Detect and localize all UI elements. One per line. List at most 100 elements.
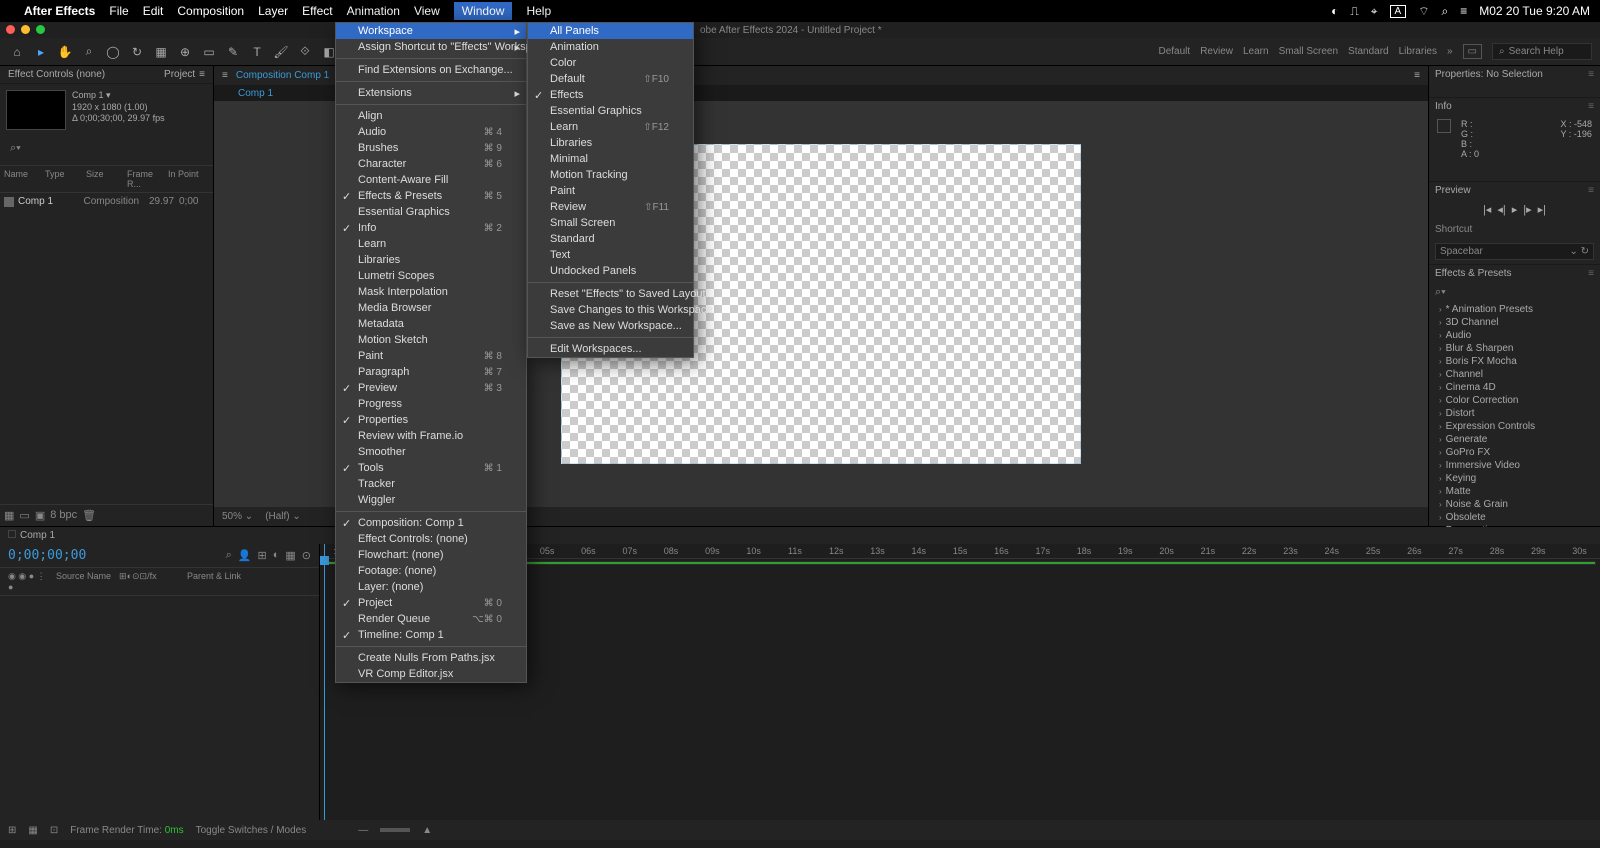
menu-item[interactable]: Paragraph⌘ 7 [336, 364, 526, 380]
bluetooth-icon[interactable]: ⌖ [1371, 4, 1378, 19]
menu-item[interactable]: Color [528, 55, 693, 71]
camera-tool-icon[interactable]: ▦ [152, 43, 170, 61]
info-panel-title[interactable]: Info [1435, 101, 1452, 112]
menu-item[interactable]: ✓Info⌘ 2 [336, 220, 526, 236]
preset-item[interactable]: Cinema 4D [1429, 381, 1600, 394]
preset-item[interactable]: * Animation Presets [1429, 303, 1600, 316]
menu-item[interactable]: Paint [528, 183, 693, 199]
search-help-input[interactable]: ⌕Search Help [1492, 43, 1592, 60]
menu-item[interactable]: Footage: (none) [336, 563, 526, 579]
menu-item[interactable]: Libraries [336, 252, 526, 268]
preset-item[interactable]: Keying [1429, 472, 1600, 485]
col-name[interactable]: Name [4, 169, 45, 189]
menu-item[interactable]: ✓Project⌘ 0 [336, 595, 526, 611]
panel-menu-icon[interactable]: ≡ [1414, 70, 1420, 81]
effects-presets-title[interactable]: Effects & Presets [1435, 268, 1512, 279]
menu-item[interactable]: Review with Frame.io [336, 428, 526, 444]
preset-search-icon[interactable]: ⌕▾ [1435, 286, 1446, 298]
panel-menu-icon[interactable]: ≡ [1588, 69, 1594, 80]
status-icon[interactable]: ▦ [28, 825, 37, 836]
preset-item[interactable]: Immersive Video [1429, 459, 1600, 472]
trash-icon[interactable]: 🗑 [82, 509, 96, 522]
menu-animation[interactable]: Animation [347, 4, 400, 18]
preset-item[interactable]: Channel [1429, 368, 1600, 381]
tray-icon[interactable]: ◐ [1331, 4, 1338, 18]
project-tab[interactable]: Project [164, 69, 195, 80]
menu-composition[interactable]: Composition [177, 4, 244, 18]
project-item-row[interactable]: Comp 1 Composition 29.97 0;00 [0, 193, 213, 210]
timeline-tab[interactable]: Comp 1 [20, 530, 55, 541]
close-icon[interactable] [6, 25, 15, 34]
comp-tab-main[interactable]: Composition Comp 1 [236, 70, 329, 81]
bpc-toggle[interactable]: 8 bpc [50, 509, 77, 522]
menu-item[interactable]: Small Screen [528, 215, 693, 231]
brush-tool-icon[interactable]: 🖌 [272, 43, 290, 61]
zoom-in-icon[interactable]: ▲ [422, 825, 432, 836]
play-icon[interactable]: ▸ [1512, 203, 1518, 216]
menu-item[interactable]: Workspace▸ [336, 23, 526, 39]
shortcut-dropdown[interactable]: Spacebar⌄ ↻ [1435, 243, 1594, 260]
panel-menu-icon[interactable]: ≡ [199, 69, 205, 80]
control-center-icon[interactable]: ≡ [1460, 4, 1467, 18]
maximize-icon[interactable] [36, 25, 45, 34]
menu-item[interactable]: ✓Preview⌘ 3 [336, 380, 526, 396]
menu-item[interactable]: Lumetri Scopes [336, 268, 526, 284]
menu-item[interactable]: Animation [528, 39, 693, 55]
text-tool-icon[interactable]: T [248, 43, 266, 61]
col-in[interactable]: In Point [168, 169, 209, 189]
menu-item[interactable]: ✓Composition: Comp 1 [336, 515, 526, 531]
tl-search-icon[interactable]: ⌕ [226, 549, 232, 562]
menu-item[interactable]: ✓Tools⌘ 1 [336, 460, 526, 476]
menu-item[interactable]: Tracker [336, 476, 526, 492]
window-controls[interactable] [6, 25, 45, 34]
search-icon[interactable]: ⌕ [1442, 4, 1449, 19]
menu-item[interactable]: Wiggler [336, 492, 526, 508]
menu-item[interactable]: Create Nulls From Paths.jsx [336, 650, 526, 666]
col-parent[interactable]: Parent & Link [187, 571, 241, 592]
playhead[interactable] [324, 544, 325, 820]
menu-item[interactable]: Mask Interpolation [336, 284, 526, 300]
effect-controls-tab[interactable]: Effect Controls (none) [8, 69, 105, 80]
menu-item[interactable]: Paint⌘ 8 [336, 348, 526, 364]
menu-item[interactable]: Audio⌘ 4 [336, 124, 526, 140]
menu-item[interactable]: Flowchart: (none) [336, 547, 526, 563]
comp-new-icon[interactable]: ▣ [35, 509, 45, 522]
status-icon[interactable]: ⊡ [50, 825, 58, 836]
workspace-libraries[interactable]: Libraries [1399, 46, 1437, 57]
preset-item[interactable]: Generate [1429, 433, 1600, 446]
resolution-dropdown[interactable]: (Half) ⌄ [265, 511, 301, 522]
menu-item[interactable]: Effect Controls: (none) [336, 531, 526, 547]
home-icon[interactable]: ⌂ [8, 43, 26, 61]
menu-item[interactable]: Align [336, 108, 526, 124]
flow-icon[interactable]: ≡ [222, 70, 228, 81]
workspace-learn[interactable]: Learn [1243, 46, 1269, 57]
menu-item[interactable]: Edit Workspaces... [528, 341, 693, 357]
preview-panel-title[interactable]: Preview [1435, 185, 1471, 196]
menu-window[interactable]: Window [454, 2, 513, 20]
preset-item[interactable]: Boris FX Mocha [1429, 355, 1600, 368]
workspace-review[interactable]: Review [1200, 46, 1233, 57]
notification-icon[interactable]: ▭ [1463, 44, 1482, 59]
workspace-default[interactable]: Default [1159, 46, 1191, 57]
menu-item[interactable]: Review⇧F11 [528, 199, 693, 215]
next-frame-icon[interactable]: |▸ [1523, 203, 1531, 216]
menu-item[interactable]: ✓Timeline: Comp 1 [336, 627, 526, 643]
preset-item[interactable]: Color Correction [1429, 394, 1600, 407]
preset-item[interactable]: Obsolete [1429, 511, 1600, 524]
col-size[interactable]: Size [86, 169, 127, 189]
menu-item[interactable]: Character⌘ 6 [336, 156, 526, 172]
col-type[interactable]: Type [45, 169, 86, 189]
tl-fx-icon[interactable]: ⊞ [258, 549, 267, 562]
menu-item[interactable]: Learn [336, 236, 526, 252]
menu-item[interactable]: Motion Sketch [336, 332, 526, 348]
clock[interactable]: M02 20 Tue 9:20 AM [1479, 4, 1590, 18]
tl-cc-icon[interactable]: ⊙ [302, 549, 311, 562]
menu-item[interactable]: ✓Effects & Presets⌘ 5 [336, 188, 526, 204]
menu-item[interactable]: Text [528, 247, 693, 263]
menu-item[interactable]: Progress [336, 396, 526, 412]
menu-item[interactable]: All Panels [528, 23, 693, 39]
menu-item[interactable]: Extensions▸ [336, 85, 526, 101]
folder-icon[interactable]: ▭ [19, 509, 29, 522]
menu-item[interactable]: Content-Aware Fill [336, 172, 526, 188]
wifi-icon[interactable]: ⌔ [1418, 4, 1429, 19]
